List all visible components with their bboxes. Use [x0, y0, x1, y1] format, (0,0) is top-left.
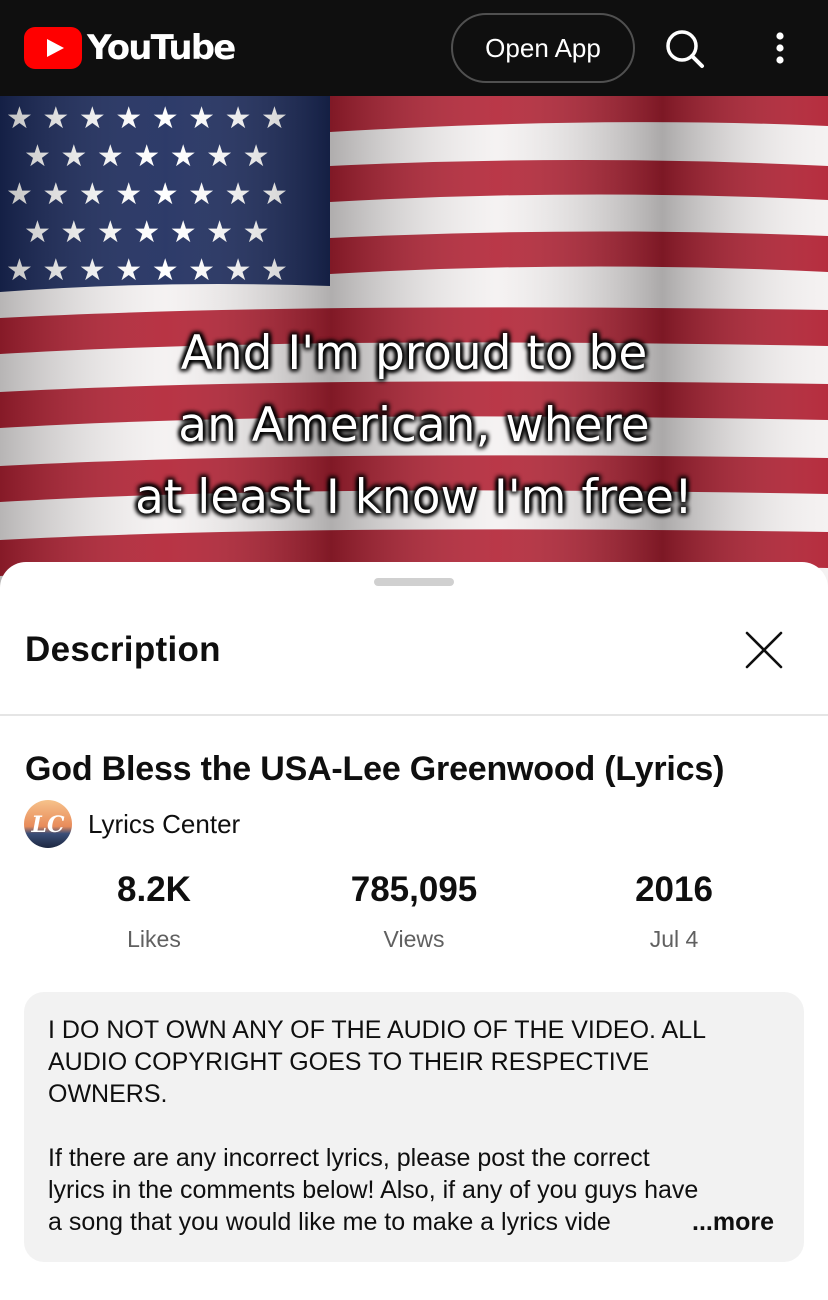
upload-date-stat: 2016 Jul 4	[544, 866, 804, 953]
upload-day: Jul 4	[649, 926, 699, 952]
likes-count: 8.2K	[117, 870, 191, 909]
lyrics-line: And I'm proud to be	[180, 326, 648, 381]
svg-text:LC: LC	[31, 812, 65, 838]
video-title: God Bless the USA-Lee Greenwood (Lyrics)	[25, 750, 725, 788]
upload-year: 2016	[635, 870, 713, 909]
more-button[interactable]: ...more	[690, 1206, 774, 1238]
open-app-button[interactable]: Open App	[451, 13, 635, 83]
youtube-play-icon	[24, 27, 82, 69]
sheet-title: Description	[25, 630, 221, 669]
divider	[0, 714, 828, 716]
video-player-thumbnail[interactable]: ★ ★ ★ ★ ★ ★ ★ ★ ★ ★ ★ ★ ★ ★ ★ ★ ★ ★ ★ ★ …	[0, 96, 828, 596]
description-line: I DO NOT OWN ANY OF THE AUDIO OF THE VID…	[48, 1016, 707, 1044]
youtube-logo[interactable]: YouTube	[24, 26, 236, 70]
drag-handle[interactable]	[374, 578, 454, 586]
channel-name[interactable]: Lyrics Center	[88, 809, 240, 840]
description-sheet: Description God Bless the USA-Lee Greenw…	[0, 562, 828, 1300]
description-line: OWNERS.	[48, 1080, 168, 1108]
description-line: If there are any incorrect lyrics, pleas…	[48, 1144, 650, 1172]
logo-text: YouTube	[87, 28, 236, 68]
views-count: 785,095	[350, 870, 478, 909]
description-box[interactable]: I DO NOT OWN ANY OF THE AUDIO OF THE VID…	[24, 992, 804, 1262]
description-line: lyrics in the comments below! Also, if a…	[48, 1176, 699, 1204]
search-icon[interactable]	[660, 24, 710, 74]
description-text: I DO NOT OWN ANY OF THE AUDIO OF THE VID…	[48, 1014, 780, 1238]
hero-lyrics-overlay: And I'm proud to be an American, where a…	[0, 318, 828, 534]
views-label: Views	[383, 926, 445, 952]
description-line: AUDIO COPYRIGHT GOES TO THEIR RESPECTIVE	[48, 1048, 650, 1076]
likes-stat: 8.2K Likes	[24, 866, 284, 953]
lyrics-line: an American, where	[178, 398, 650, 453]
likes-label: Likes	[127, 926, 181, 952]
views-stat: 785,095 Views	[284, 866, 544, 953]
lyrics-line: at least I know I'm free!	[135, 470, 693, 525]
close-icon[interactable]	[740, 626, 788, 674]
channel-avatar[interactable]: LC	[24, 800, 72, 848]
top-app-bar: YouTube Open App	[0, 0, 828, 96]
more-vertical-icon[interactable]	[760, 24, 800, 74]
channel-row[interactable]: LC Lyrics Center	[24, 800, 240, 848]
video-stats: 8.2K Likes 785,095 Views 2016 Jul 4	[24, 866, 804, 956]
